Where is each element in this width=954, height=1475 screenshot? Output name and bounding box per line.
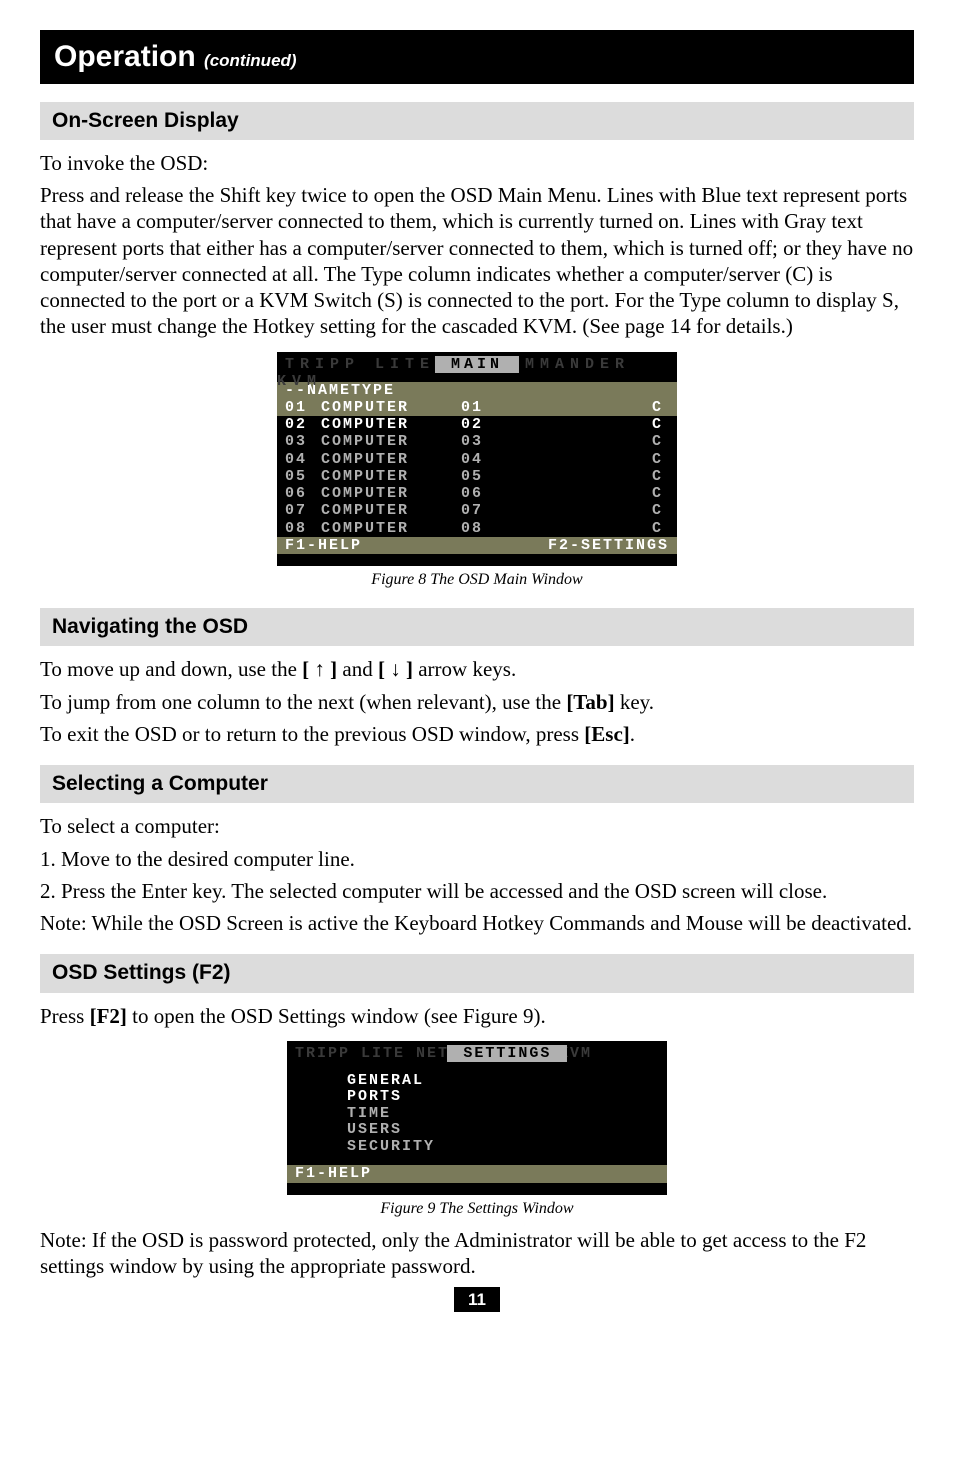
settings-item-security: SECURITY — [347, 1139, 667, 1156]
osd-row: 06 COMPUTER 06 C — [277, 485, 677, 502]
osd-settings-title-center: SETTINGS — [447, 1045, 567, 1062]
osd-main-window: TRIPP LITE NETCOMMANDER KVM MAIN -- NAME… — [277, 352, 677, 567]
footer-note: Note: If the OSD is password protected, … — [40, 1227, 914, 1280]
osd-row: 04 COMPUTER 04 C — [277, 451, 677, 468]
nav-line-3: To exit the OSD or to return to the prev… — [40, 721, 914, 747]
osd-intro: To invoke the OSD: — [40, 150, 914, 176]
osd-main-header-row: -- NAME TYPE — [277, 382, 677, 399]
heading-selecting-computer: Selecting a Computer — [40, 765, 914, 803]
osd-main-title-center: MAIN — [435, 356, 519, 373]
settings-para: Press [F2] to open the OSD Settings wind… — [40, 1003, 914, 1029]
osd-main-footer: F1-HELP F2-SETTINGS — [277, 537, 677, 554]
figure-9-caption: Figure 9 The Settings Window — [40, 1199, 914, 1219]
osd-row: 08 COMPUTER 08 C — [277, 520, 677, 537]
nav-line-1: To move up and down, use the [ ↑ ] and [… — [40, 656, 914, 682]
osd-footer-settings: F2-SETTINGS — [548, 537, 669, 554]
settings-item-general: GENERAL — [347, 1073, 667, 1090]
select-step-1: 1. Move to the desired computer line. — [40, 846, 914, 872]
osd-settings-footer: F1-HELP — [287, 1165, 667, 1182]
select-note: Note: While the OSD Screen is active the… — [40, 910, 914, 936]
osd-header-type: TYPE — [351, 382, 395, 399]
osd-settings-footer-help: F1-HELP — [295, 1165, 659, 1182]
section-title-bar: Operation (continued) — [40, 30, 914, 84]
select-step-2: 2. Press the Enter key. The selected com… — [40, 878, 914, 904]
figure-8-caption: Figure 8 The OSD Main Window — [40, 570, 914, 590]
heading-navigating-osd: Navigating the OSD — [40, 608, 914, 646]
osd-row: 02 COMPUTER 02 C — [277, 416, 677, 433]
settings-item-time: TIME — [347, 1106, 667, 1123]
osd-row: 07 COMPUTER 07 C — [277, 502, 677, 519]
nav-line-2: To jump from one column to the next (whe… — [40, 689, 914, 715]
osd-row: 05 COMPUTER 05 C — [277, 468, 677, 485]
settings-item-ports: PORTS — [347, 1089, 667, 1106]
osd-row: 01 COMPUTER 01 C — [277, 399, 677, 416]
title-continued: (continued) — [204, 51, 297, 70]
page-number: 11 — [454, 1287, 500, 1312]
settings-item-users: USERS — [347, 1122, 667, 1139]
osd-settings-window: TRIPP LITE NETCOMMANDER KVM SETTINGS GEN… — [287, 1041, 667, 1195]
osd-footer-help: F1-HELP — [285, 537, 548, 554]
osd-row: 03 COMPUTER 03 C — [277, 433, 677, 450]
heading-osd-settings: OSD Settings (F2) — [40, 954, 914, 992]
heading-on-screen-display: On-Screen Display — [40, 102, 914, 140]
select-intro: To select a computer: — [40, 813, 914, 839]
osd-paragraph: Press and release the Shift key twice to… — [40, 182, 914, 340]
title-main: Operation — [54, 40, 196, 73]
